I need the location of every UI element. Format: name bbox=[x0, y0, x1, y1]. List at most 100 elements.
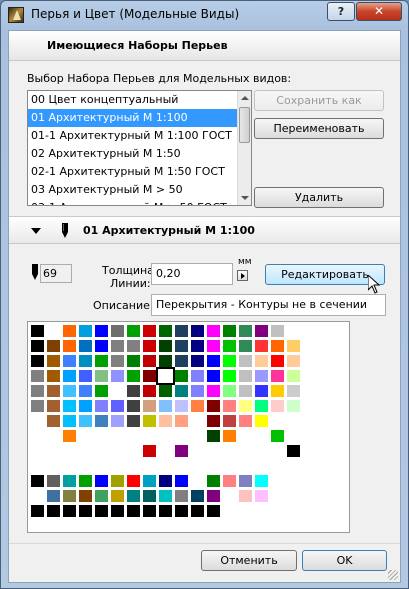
pen-color-swatch[interactable] bbox=[286, 339, 301, 353]
pen-color-swatch[interactable] bbox=[302, 489, 317, 503]
pen-color-swatch[interactable] bbox=[46, 459, 61, 473]
pen-color-swatch[interactable] bbox=[190, 384, 205, 398]
scroll-thumb[interactable] bbox=[239, 107, 250, 143]
pen-color-swatch[interactable] bbox=[62, 489, 77, 503]
pen-color-swatch[interactable] bbox=[270, 324, 285, 338]
pen-color-swatch[interactable] bbox=[142, 414, 157, 428]
pen-set-list-item[interactable]: 01 Архитектурный М 1:100 bbox=[28, 109, 251, 127]
pen-color-swatch[interactable] bbox=[158, 489, 173, 503]
pen-color-swatch[interactable] bbox=[286, 444, 301, 458]
pen-color-swatch[interactable] bbox=[254, 339, 269, 353]
pen-color-swatch[interactable] bbox=[110, 354, 125, 368]
pen-color-swatch[interactable] bbox=[126, 369, 141, 383]
pen-color-swatch[interactable] bbox=[206, 459, 221, 473]
pen-color-swatch[interactable] bbox=[334, 414, 349, 428]
pen-color-swatch[interactable] bbox=[126, 384, 141, 398]
pen-set-list-item[interactable]: 02-1 Архитектурный М 1:50 ГОСТ bbox=[28, 163, 251, 181]
pen-color-swatch[interactable] bbox=[206, 414, 221, 428]
pen-color-swatch[interactable] bbox=[110, 429, 125, 443]
pen-color-swatch[interactable] bbox=[126, 429, 141, 443]
pen-color-swatch[interactable] bbox=[222, 354, 237, 368]
resize-grip-icon[interactable] bbox=[388, 570, 398, 580]
pen-color-swatch[interactable] bbox=[222, 324, 237, 338]
pen-color-swatch[interactable] bbox=[254, 489, 269, 503]
pen-set-header[interactable]: 01 Архитектурный М 1:100 bbox=[9, 216, 400, 244]
help-button[interactable]: ? bbox=[327, 2, 355, 21]
pen-color-swatch[interactable] bbox=[126, 414, 141, 428]
pen-color-swatch[interactable] bbox=[174, 444, 189, 458]
pen-color-swatch[interactable] bbox=[174, 384, 189, 398]
pen-color-swatch[interactable] bbox=[158, 384, 173, 398]
pen-color-swatch[interactable] bbox=[30, 384, 45, 398]
pen-color-swatch[interactable] bbox=[190, 504, 205, 518]
pen-color-swatch[interactable] bbox=[46, 444, 61, 458]
pen-color-swatch[interactable] bbox=[156, 367, 175, 385]
pen-color-swatch[interactable] bbox=[62, 354, 77, 368]
pen-color-swatch[interactable] bbox=[334, 339, 349, 353]
pen-color-swatch[interactable] bbox=[254, 399, 269, 413]
pen-color-swatch[interactable] bbox=[46, 489, 61, 503]
pen-color-swatch[interactable] bbox=[46, 504, 61, 518]
pen-color-swatch[interactable] bbox=[126, 324, 141, 338]
pen-color-swatch[interactable] bbox=[94, 384, 109, 398]
pen-color-swatch[interactable] bbox=[78, 339, 93, 353]
pen-color-swatch[interactable] bbox=[94, 369, 109, 383]
pen-color-swatch[interactable] bbox=[334, 444, 349, 458]
pen-color-swatch[interactable] bbox=[238, 474, 253, 488]
description-input[interactable]: Перекрытия - Контуры не в сечении bbox=[151, 294, 386, 316]
pen-color-swatch[interactable] bbox=[238, 339, 253, 353]
pen-color-swatch[interactable] bbox=[46, 384, 61, 398]
pen-color-swatch[interactable] bbox=[302, 339, 317, 353]
pen-color-swatch[interactable] bbox=[222, 504, 237, 518]
pen-color-swatch[interactable] bbox=[222, 474, 237, 488]
pen-color-swatch[interactable] bbox=[254, 369, 269, 383]
pen-color-swatch[interactable] bbox=[78, 429, 93, 443]
pen-color-swatch[interactable] bbox=[94, 354, 109, 368]
pen-color-swatch[interactable] bbox=[62, 369, 77, 383]
pen-color-swatch[interactable] bbox=[62, 474, 77, 488]
pen-set-list-item[interactable]: 02 Архитектурный М 1:50 bbox=[28, 145, 251, 163]
pen-color-swatch[interactable] bbox=[222, 384, 237, 398]
pen-color-swatch[interactable] bbox=[254, 384, 269, 398]
pen-color-swatch[interactable] bbox=[190, 444, 205, 458]
pen-color-swatch[interactable] bbox=[158, 399, 173, 413]
pen-color-swatch[interactable] bbox=[190, 459, 205, 473]
pen-color-swatch[interactable] bbox=[110, 414, 125, 428]
pen-color-swatch[interactable] bbox=[206, 474, 221, 488]
pen-color-swatch[interactable] bbox=[62, 459, 77, 473]
pen-color-swatch[interactable] bbox=[254, 444, 269, 458]
pen-color-swatch[interactable] bbox=[270, 384, 285, 398]
pen-color-swatch[interactable] bbox=[158, 459, 173, 473]
pen-color-swatch[interactable] bbox=[318, 504, 333, 518]
pen-color-swatch[interactable] bbox=[78, 504, 93, 518]
pen-color-swatch[interactable] bbox=[174, 399, 189, 413]
pen-color-swatch[interactable] bbox=[238, 444, 253, 458]
pen-color-swatch[interactable] bbox=[30, 414, 45, 428]
pen-color-swatch[interactable] bbox=[78, 414, 93, 428]
pen-color-swatch[interactable] bbox=[254, 414, 269, 428]
pen-color-swatch[interactable] bbox=[206, 384, 221, 398]
pen-color-swatch[interactable] bbox=[286, 429, 301, 443]
pen-color-swatch[interactable] bbox=[126, 339, 141, 353]
pen-color-swatch[interactable] bbox=[334, 384, 349, 398]
pen-color-swatch[interactable] bbox=[302, 354, 317, 368]
pen-color-swatch[interactable] bbox=[126, 354, 141, 368]
pen-color-swatch[interactable] bbox=[238, 399, 253, 413]
pen-color-swatch[interactable] bbox=[334, 429, 349, 443]
pen-color-swatch[interactable] bbox=[270, 369, 285, 383]
pen-color-swatch[interactable] bbox=[46, 414, 61, 428]
pen-color-swatch[interactable] bbox=[158, 414, 173, 428]
pen-color-swatch[interactable] bbox=[334, 459, 349, 473]
pen-color-swatch[interactable] bbox=[238, 384, 253, 398]
pen-color-swatch[interactable] bbox=[158, 504, 173, 518]
pen-color-swatch[interactable] bbox=[62, 414, 77, 428]
pen-color-swatch[interactable] bbox=[334, 369, 349, 383]
line-thickness-input[interactable]: 0,20 bbox=[151, 263, 233, 285]
pen-color-swatch[interactable] bbox=[286, 399, 301, 413]
pen-color-swatch[interactable] bbox=[190, 369, 205, 383]
pen-color-swatch[interactable] bbox=[142, 399, 157, 413]
pen-color-swatch[interactable] bbox=[174, 414, 189, 428]
pen-color-swatch[interactable] bbox=[238, 369, 253, 383]
pen-color-swatch[interactable] bbox=[126, 459, 141, 473]
pen-color-swatch[interactable] bbox=[318, 384, 333, 398]
